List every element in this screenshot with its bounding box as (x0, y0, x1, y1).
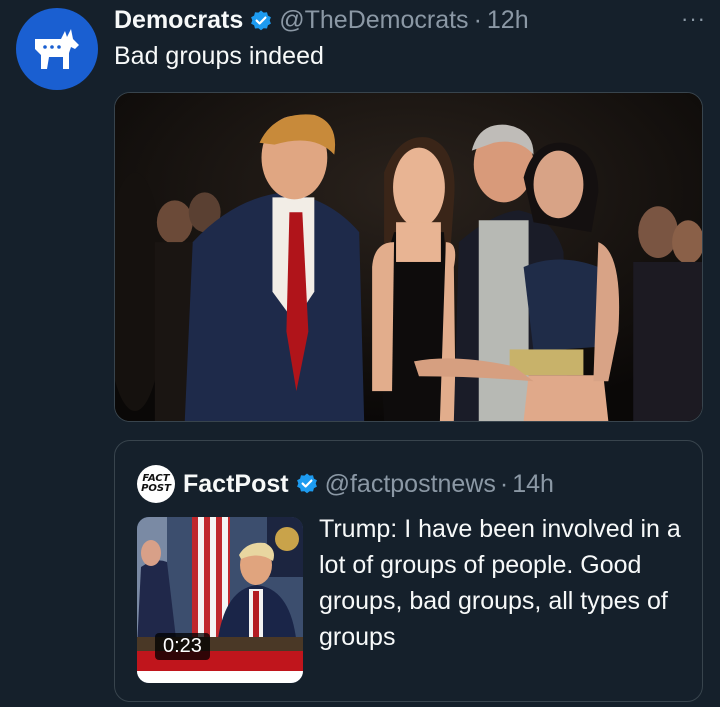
donkey-logo-icon (35, 29, 79, 69)
separator-dot: · (473, 6, 482, 34)
democrats-avatar[interactable] (16, 8, 98, 90)
quoted-author-handle[interactable]: @factpostnews (325, 470, 496, 499)
post-photo[interactable] (114, 92, 703, 422)
post-timestamp[interactable]: 12h (487, 6, 529, 35)
post-text: Bad groups indeed (114, 42, 324, 70)
quoted-author-name[interactable]: FactPost (183, 470, 289, 499)
post-header: Democrats @TheDemocrats · 12h (114, 6, 529, 35)
verified-badge-icon (251, 10, 272, 30)
quoted-post-text: Trump: I have been involved in a lot of … (319, 515, 681, 651)
verified-badge-icon (296, 473, 317, 494)
factpost-avatar[interactable]: FACT POST (137, 465, 175, 503)
separator-dot: · (499, 469, 509, 498)
more-options-icon[interactable]: ··· (681, 8, 706, 30)
quoted-post[interactable]: FACT POST FactPost @factpostnews · 14h 0… (114, 440, 703, 702)
author-handle[interactable]: @TheDemocrats (279, 6, 468, 35)
quoted-post-header: FACT POST FactPost @factpostnews · 14h (137, 465, 554, 503)
quoted-timestamp[interactable]: 14h (512, 470, 554, 499)
factpost-logo-line2: POST (141, 483, 171, 494)
video-duration: 0:23 (155, 633, 210, 660)
video-thumbnail[interactable]: 0:23 (137, 517, 303, 683)
author-name[interactable]: Democrats (114, 6, 243, 35)
group-photo-image (115, 93, 702, 421)
